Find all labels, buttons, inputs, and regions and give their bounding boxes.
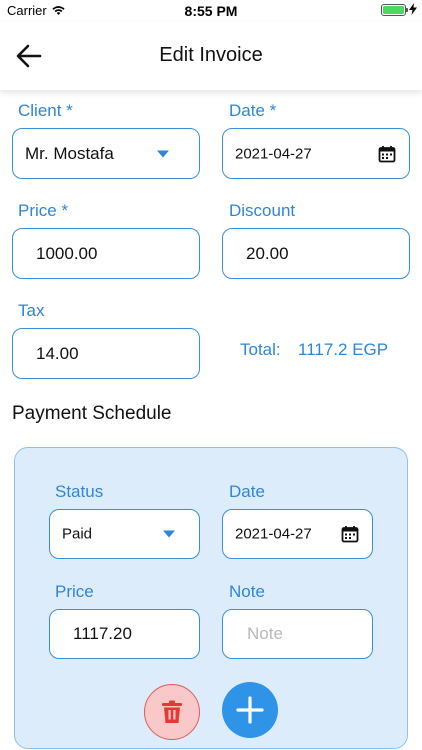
date-field[interactable]: 2021-04-27 bbox=[222, 128, 410, 179]
schedule-price-input[interactable]: 1117.20 bbox=[49, 609, 200, 659]
note-placeholder: Note bbox=[247, 624, 283, 643]
section-title: Payment Schedule bbox=[12, 403, 172, 424]
trash-icon bbox=[162, 700, 182, 723]
schedule-date-label: Date bbox=[229, 482, 265, 501]
clock: 8:55 PM bbox=[184, 3, 238, 19]
price-input[interactable]: 1000.00 bbox=[12, 228, 200, 279]
status-dropdown[interactable]: Paid bbox=[49, 509, 200, 559]
client-label: Client * bbox=[18, 101, 73, 120]
charging-icon bbox=[409, 3, 417, 15]
discount-value: 20.00 bbox=[246, 243, 289, 263]
schedule-date-field[interactable]: 2021-04-27 bbox=[222, 509, 373, 559]
note-input[interactable]: Note bbox=[222, 609, 373, 659]
note-label: Note bbox=[229, 582, 265, 601]
battery-icon bbox=[381, 4, 408, 16]
client-dropdown[interactable]: Mr. Mostafa bbox=[12, 128, 200, 179]
schedule-price-label: Price bbox=[55, 582, 94, 601]
calendar-icon[interactable] bbox=[378, 145, 396, 163]
page-title: Edit Invoice bbox=[159, 44, 263, 66]
tax-value: 14.00 bbox=[36, 343, 79, 363]
chevron-down-icon bbox=[163, 530, 175, 538]
total-value: 1117.2 EGP bbox=[298, 340, 389, 359]
tax-input[interactable]: 14.00 bbox=[12, 328, 200, 379]
discount-label: Discount bbox=[229, 201, 296, 220]
price-label: Price * bbox=[18, 201, 69, 220]
date-label: Date * bbox=[229, 101, 277, 120]
schedule-date-value: 2021-04-27 bbox=[235, 525, 312, 543]
chevron-down-icon bbox=[157, 150, 169, 157]
nav-bar: Edit Invoice bbox=[0, 22, 422, 90]
date-value: 2021-04-27 bbox=[235, 145, 312, 162]
schedule-price-value: 1117.20 bbox=[73, 624, 132, 643]
status-label: Status bbox=[55, 482, 104, 501]
tax-label: Tax bbox=[18, 301, 45, 320]
price-value: 1000.00 bbox=[36, 243, 98, 263]
client-value: Mr. Mostafa bbox=[25, 143, 114, 163]
status-value: Paid bbox=[62, 525, 93, 543]
status-bar: Carrier 8:55 PM bbox=[0, 0, 422, 22]
discount-input[interactable]: 20.00 bbox=[222, 228, 410, 279]
total-label: Total: bbox=[240, 340, 281, 359]
calendar-icon[interactable] bbox=[341, 525, 359, 543]
add-payment-button[interactable] bbox=[222, 682, 278, 738]
plus-icon bbox=[236, 696, 264, 724]
delete-button[interactable] bbox=[144, 684, 200, 740]
